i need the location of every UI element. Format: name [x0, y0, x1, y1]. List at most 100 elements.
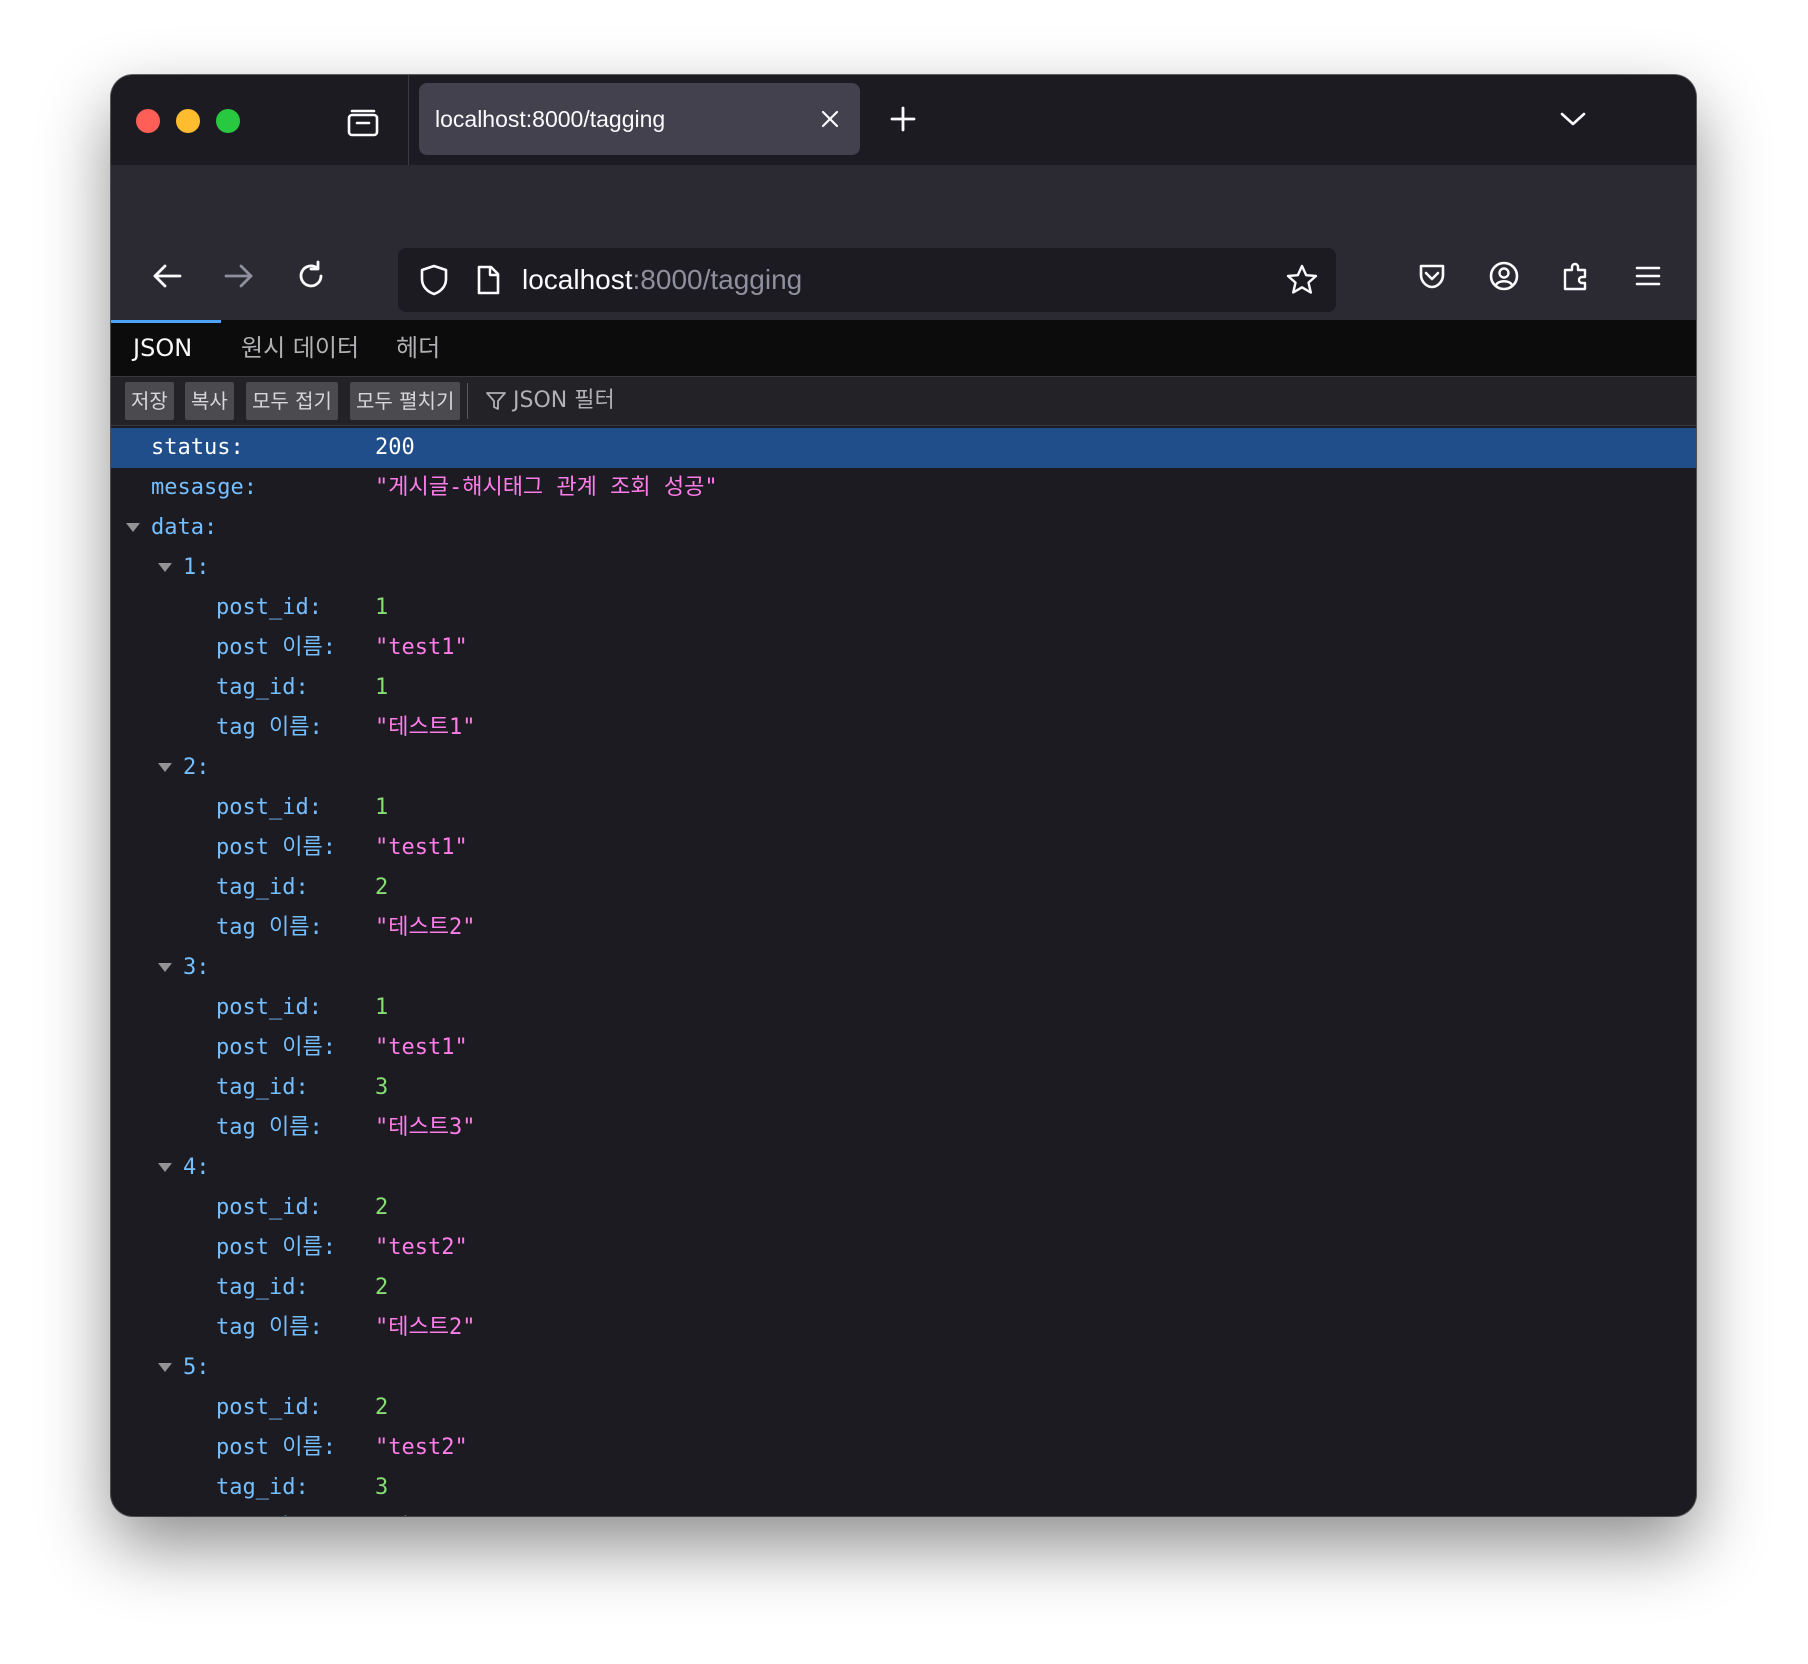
pocket-button[interactable] — [1408, 252, 1456, 300]
json-key: tag_id: — [216, 1275, 309, 1300]
filter-icon — [486, 392, 506, 410]
json-key: status: — [151, 435, 244, 460]
url-text[interactable]: localhost:8000/tagging — [522, 248, 802, 312]
zoom-window-button[interactable] — [216, 109, 240, 133]
json-string-value: "test2" — [375, 1235, 468, 1260]
json-string-value: "test1" — [375, 1035, 468, 1060]
reload-button[interactable] — [287, 252, 335, 300]
site-info-button[interactable] — [470, 260, 506, 300]
back-button[interactable] — [143, 252, 191, 300]
json-key: tag_id: — [216, 1475, 309, 1500]
tree-row-tag-name[interactable]: tag 이름: "테스트2" — [111, 908, 1696, 948]
tree-row-tag-id[interactable]: tag_id: 2 — [111, 1268, 1696, 1308]
json-key: post_id: — [216, 795, 322, 820]
reload-icon — [299, 260, 323, 288]
json-key: 2: — [183, 755, 210, 780]
tree-row-item[interactable]: 2: — [111, 748, 1696, 788]
json-number-value: 3 — [375, 1475, 389, 1500]
account-button[interactable] — [1480, 252, 1528, 300]
tree-row-data[interactable]: data: — [111, 508, 1696, 548]
plus-icon — [890, 106, 916, 132]
tree-row-tag-id[interactable]: tag_id: 2 — [111, 868, 1696, 908]
forward-button[interactable] — [215, 252, 263, 300]
tree-row-tag-name[interactable]: tag 이름: "테스트3" — [111, 1108, 1696, 1148]
list-all-tabs-button[interactable] — [1551, 97, 1595, 141]
json-key: 3: — [183, 955, 210, 980]
tab-strip: localhost:8000/tagging — [111, 75, 1696, 165]
tree-row-message[interactable]: mesasge: "게시글-해시태그 관계 조회 성공" — [111, 468, 1696, 508]
json-string-value: "test1" — [375, 835, 468, 860]
tree-row-tag-name[interactable]: tag 이름: "테스트3" — [111, 1508, 1696, 1516]
tree-row-post-id[interactable]: post_id: 1 — [111, 988, 1696, 1028]
json-key: post 이름: — [216, 1235, 336, 1260]
close-window-button[interactable] — [136, 109, 160, 133]
tree-row-post-name[interactable]: post 이름: "test2" — [111, 1228, 1696, 1268]
tree-row-post-id[interactable]: post_id: 1 — [111, 788, 1696, 828]
json-key: post 이름: — [216, 835, 336, 860]
json-key: tag_id: — [216, 675, 309, 700]
json-string-value: "테스트3" — [375, 1115, 476, 1140]
tree-row-status[interactable]: status: 200 — [111, 428, 1696, 468]
tab-headers[interactable]: 헤더 — [396, 320, 440, 376]
tracking-protection-button[interactable] — [414, 260, 454, 300]
tree-row-post-name[interactable]: post 이름: "test2" — [111, 1428, 1696, 1468]
save-button[interactable]: 저장 — [125, 382, 174, 420]
expand-toggle-icon[interactable] — [158, 563, 172, 572]
collapse-all-button[interactable]: 모두 접기 — [246, 382, 338, 420]
app-menu-button[interactable] — [1624, 252, 1672, 300]
json-key: 4: — [183, 1155, 210, 1180]
minimize-window-button[interactable] — [176, 109, 200, 133]
tree-row-item[interactable]: 3: — [111, 948, 1696, 988]
tree-row-tag-id[interactable]: tag_id: 3 — [111, 1468, 1696, 1508]
tree-row-tag-name[interactable]: tag 이름: "테스트1" — [111, 708, 1696, 748]
tree-row-item[interactable]: 4: — [111, 1148, 1696, 1188]
tree-row-post-id[interactable]: post_id: 2 — [111, 1388, 1696, 1428]
expand-toggle-icon[interactable] — [126, 523, 140, 532]
navigation-bar: localhost:8000/tagging — [111, 165, 1696, 320]
tree-row-item[interactable]: 5: — [111, 1348, 1696, 1388]
tab-active[interactable]: localhost:8000/tagging — [419, 83, 860, 155]
new-tab-button[interactable] — [881, 97, 925, 141]
tree-row-tag-name[interactable]: tag 이름: "테스트2" — [111, 1308, 1696, 1348]
extensions-button[interactable] — [1552, 252, 1600, 300]
firefox-view-button[interactable] — [343, 103, 383, 143]
expand-toggle-icon[interactable] — [158, 1363, 172, 1372]
tree-row-post-id[interactable]: post_id: 2 — [111, 1188, 1696, 1228]
expand-toggle-icon[interactable] — [158, 963, 172, 972]
bookmark-button[interactable] — [1280, 258, 1324, 302]
tab-strip-separator — [408, 75, 409, 165]
json-key: post 이름: — [216, 635, 336, 660]
json-key: data: — [151, 515, 218, 540]
tree-row-post-name[interactable]: post 이름: "test1" — [111, 1028, 1696, 1068]
json-number-value: 1 — [375, 595, 389, 620]
tree-row-item[interactable]: 1: — [111, 548, 1696, 588]
url-path: :8000/tagging — [632, 264, 803, 295]
expand-toggle-icon[interactable] — [158, 1163, 172, 1172]
address-bar[interactable]: localhost:8000/tagging — [398, 248, 1336, 312]
tab-title: localhost:8000/tagging — [435, 106, 666, 132]
hamburger-menu-icon — [1635, 266, 1661, 286]
json-string-value: "테스트1" — [375, 715, 476, 740]
tree-row-post-id[interactable]: post_id: 1 — [111, 588, 1696, 628]
copy-button[interactable]: 복사 — [185, 382, 234, 420]
json-number-value: 1 — [375, 675, 389, 700]
tree-row-post-name[interactable]: post 이름: "test1" — [111, 628, 1696, 668]
json-key: tag 이름: — [216, 1115, 323, 1140]
tab-close-button[interactable] — [812, 101, 848, 137]
expand-toggle-icon[interactable] — [158, 763, 172, 772]
expand-all-button[interactable]: 모두 펼치기 — [350, 382, 461, 420]
json-string-value: "test1" — [375, 635, 468, 660]
toolbar-separator — [467, 383, 468, 419]
tab-json[interactable]: JSON — [133, 320, 192, 376]
json-key: post_id: — [216, 595, 322, 620]
json-key: post_id: — [216, 995, 322, 1020]
tree-row-tag-id[interactable]: tag_id: 1 — [111, 668, 1696, 708]
tab-raw-data[interactable]: 원시 데이터 — [241, 320, 359, 376]
tree-row-post-name[interactable]: post 이름: "test1" — [111, 828, 1696, 868]
json-number-value: 1 — [375, 995, 389, 1020]
arrow-right-icon — [224, 264, 253, 288]
json-key: post 이름: — [216, 1435, 336, 1460]
page-icon — [477, 265, 500, 295]
filter-placeholder: JSON 필터 — [513, 388, 615, 413]
tree-row-tag-id[interactable]: tag_id: 3 — [111, 1068, 1696, 1108]
